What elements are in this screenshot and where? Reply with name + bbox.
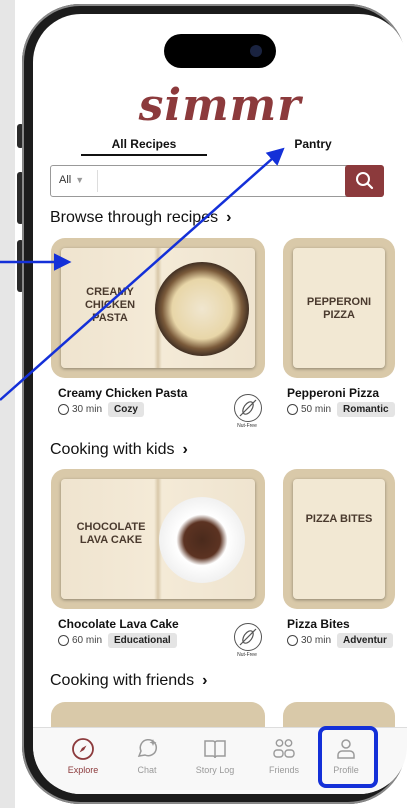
- cook-time: 60 min: [72, 635, 103, 646]
- recipe-card-pizza-bites[interactable]: PIZZA BITES: [283, 469, 395, 609]
- nut-free-label: Nut-Free: [237, 652, 257, 658]
- recipe-book-image: PEPPERONI PIZZA: [293, 248, 385, 368]
- search-bar[interactable]: All ▼: [50, 165, 374, 197]
- recipe-name: Creamy Chicken Pasta: [58, 386, 188, 400]
- lava-cake-image: [159, 497, 245, 583]
- nav-label: Explore: [67, 765, 99, 775]
- clock-icon: [58, 404, 69, 415]
- mood-tag: Educational: [108, 633, 177, 648]
- compass-icon: [72, 738, 94, 760]
- nav-label: Story Log: [195, 765, 235, 775]
- dynamic-island: [164, 34, 276, 68]
- recipe-book-image: CHOCOLATE LAVA CAKE: [61, 479, 255, 599]
- chevron-right-icon: ›: [202, 672, 208, 689]
- camera-lens: [250, 45, 262, 57]
- clock-icon: [58, 635, 69, 646]
- background-strip: [0, 0, 15, 808]
- profile-highlight-box: [318, 726, 378, 788]
- section-title-friends[interactable]: Cooking with friends ›: [50, 672, 207, 690]
- category-filter-dropdown[interactable]: All ▼: [59, 174, 84, 186]
- clock-icon: [287, 404, 298, 415]
- filter-selected-value: All: [59, 174, 72, 186]
- nav-chat[interactable]: Chat: [117, 736, 177, 775]
- recipe-meta: 50 min Romantic: [287, 402, 395, 417]
- section-title-text: Browse through recipes: [50, 209, 219, 226]
- recipe-card-pepperoni-pizza[interactable]: PEPPERONI PIZZA: [283, 238, 395, 378]
- recipe-card-creamy-chicken-pasta[interactable]: CREAMY CHICKEN PASTA: [51, 238, 265, 378]
- nut-free-label: Nut-Free: [237, 423, 257, 429]
- clock-icon: [287, 635, 298, 646]
- book-icon: [204, 740, 226, 759]
- nav-label: Chat: [137, 765, 157, 775]
- section-title-text: Cooking with kids: [50, 441, 175, 458]
- nut-free-icon: [234, 623, 262, 651]
- active-tab-underline: [81, 154, 207, 156]
- mood-tag: Cozy: [108, 402, 144, 417]
- recipe-book-image: PIZZA BITES: [293, 479, 385, 599]
- app-logo: simmr: [138, 80, 302, 131]
- section-title-text: Cooking with friends: [50, 672, 195, 689]
- nav-label: Friends: [268, 765, 299, 775]
- cook-time: 50 min: [301, 404, 332, 415]
- recipe-meta: 30 min Cozy: [58, 402, 144, 417]
- chevron-right-icon: ›: [226, 209, 232, 226]
- friends-icon: [273, 739, 295, 758]
- tab-pantry[interactable]: Pantry: [283, 137, 343, 151]
- recipe-name: Chocolate Lava Cake: [58, 617, 179, 631]
- search-button[interactable]: [345, 165, 384, 197]
- nav-story-log[interactable]: Story Log: [185, 736, 245, 775]
- cook-time: 30 min: [301, 635, 332, 646]
- recipe-book-image: CREAMY CHICKEN PASTA: [61, 248, 255, 368]
- book-cover-text: CREAMY CHICKEN PASTA: [84, 286, 136, 324]
- book-cover-text: PEPPERONI PIZZA: [306, 296, 372, 321]
- book-cover-text: CHOCOLATE LAVA CAKE: [76, 521, 146, 546]
- cook-time: 30 min: [72, 404, 103, 415]
- recipe-name: Pizza Bites: [287, 617, 350, 631]
- tab-all-recipes[interactable]: All Recipes: [81, 137, 207, 151]
- search-icon: [356, 172, 374, 190]
- chevron-right-icon: ›: [182, 441, 188, 458]
- recipe-meta: 30 min Adventur: [287, 633, 393, 648]
- mood-tag: Romantic: [337, 402, 395, 417]
- phone-screen: simmr All Recipes Pantry All ▼ Browse thr…: [33, 14, 407, 794]
- recipe-card-chocolate-lava-cake[interactable]: CHOCOLATE LAVA CAKE: [51, 469, 265, 609]
- book-cover-text: PIZZA BITES: [305, 513, 373, 525]
- pasta-dish-image: [155, 262, 249, 356]
- nav-friends[interactable]: Friends: [254, 736, 314, 775]
- chat-sparkle-icon: [137, 738, 158, 757]
- nut-free-icon: [234, 394, 262, 422]
- section-title-browse[interactable]: Browse through recipes ›: [50, 209, 231, 227]
- recipe-name: Pepperoni Pizza: [287, 386, 380, 400]
- section-title-kids[interactable]: Cooking with kids ›: [50, 441, 188, 459]
- nav-explore[interactable]: Explore: [53, 736, 113, 775]
- filter-divider: [97, 170, 98, 192]
- recipe-meta: 60 min Educational: [58, 633, 177, 648]
- mood-tag: Adventur: [337, 633, 393, 648]
- dropdown-caret-icon: ▼: [75, 175, 85, 185]
